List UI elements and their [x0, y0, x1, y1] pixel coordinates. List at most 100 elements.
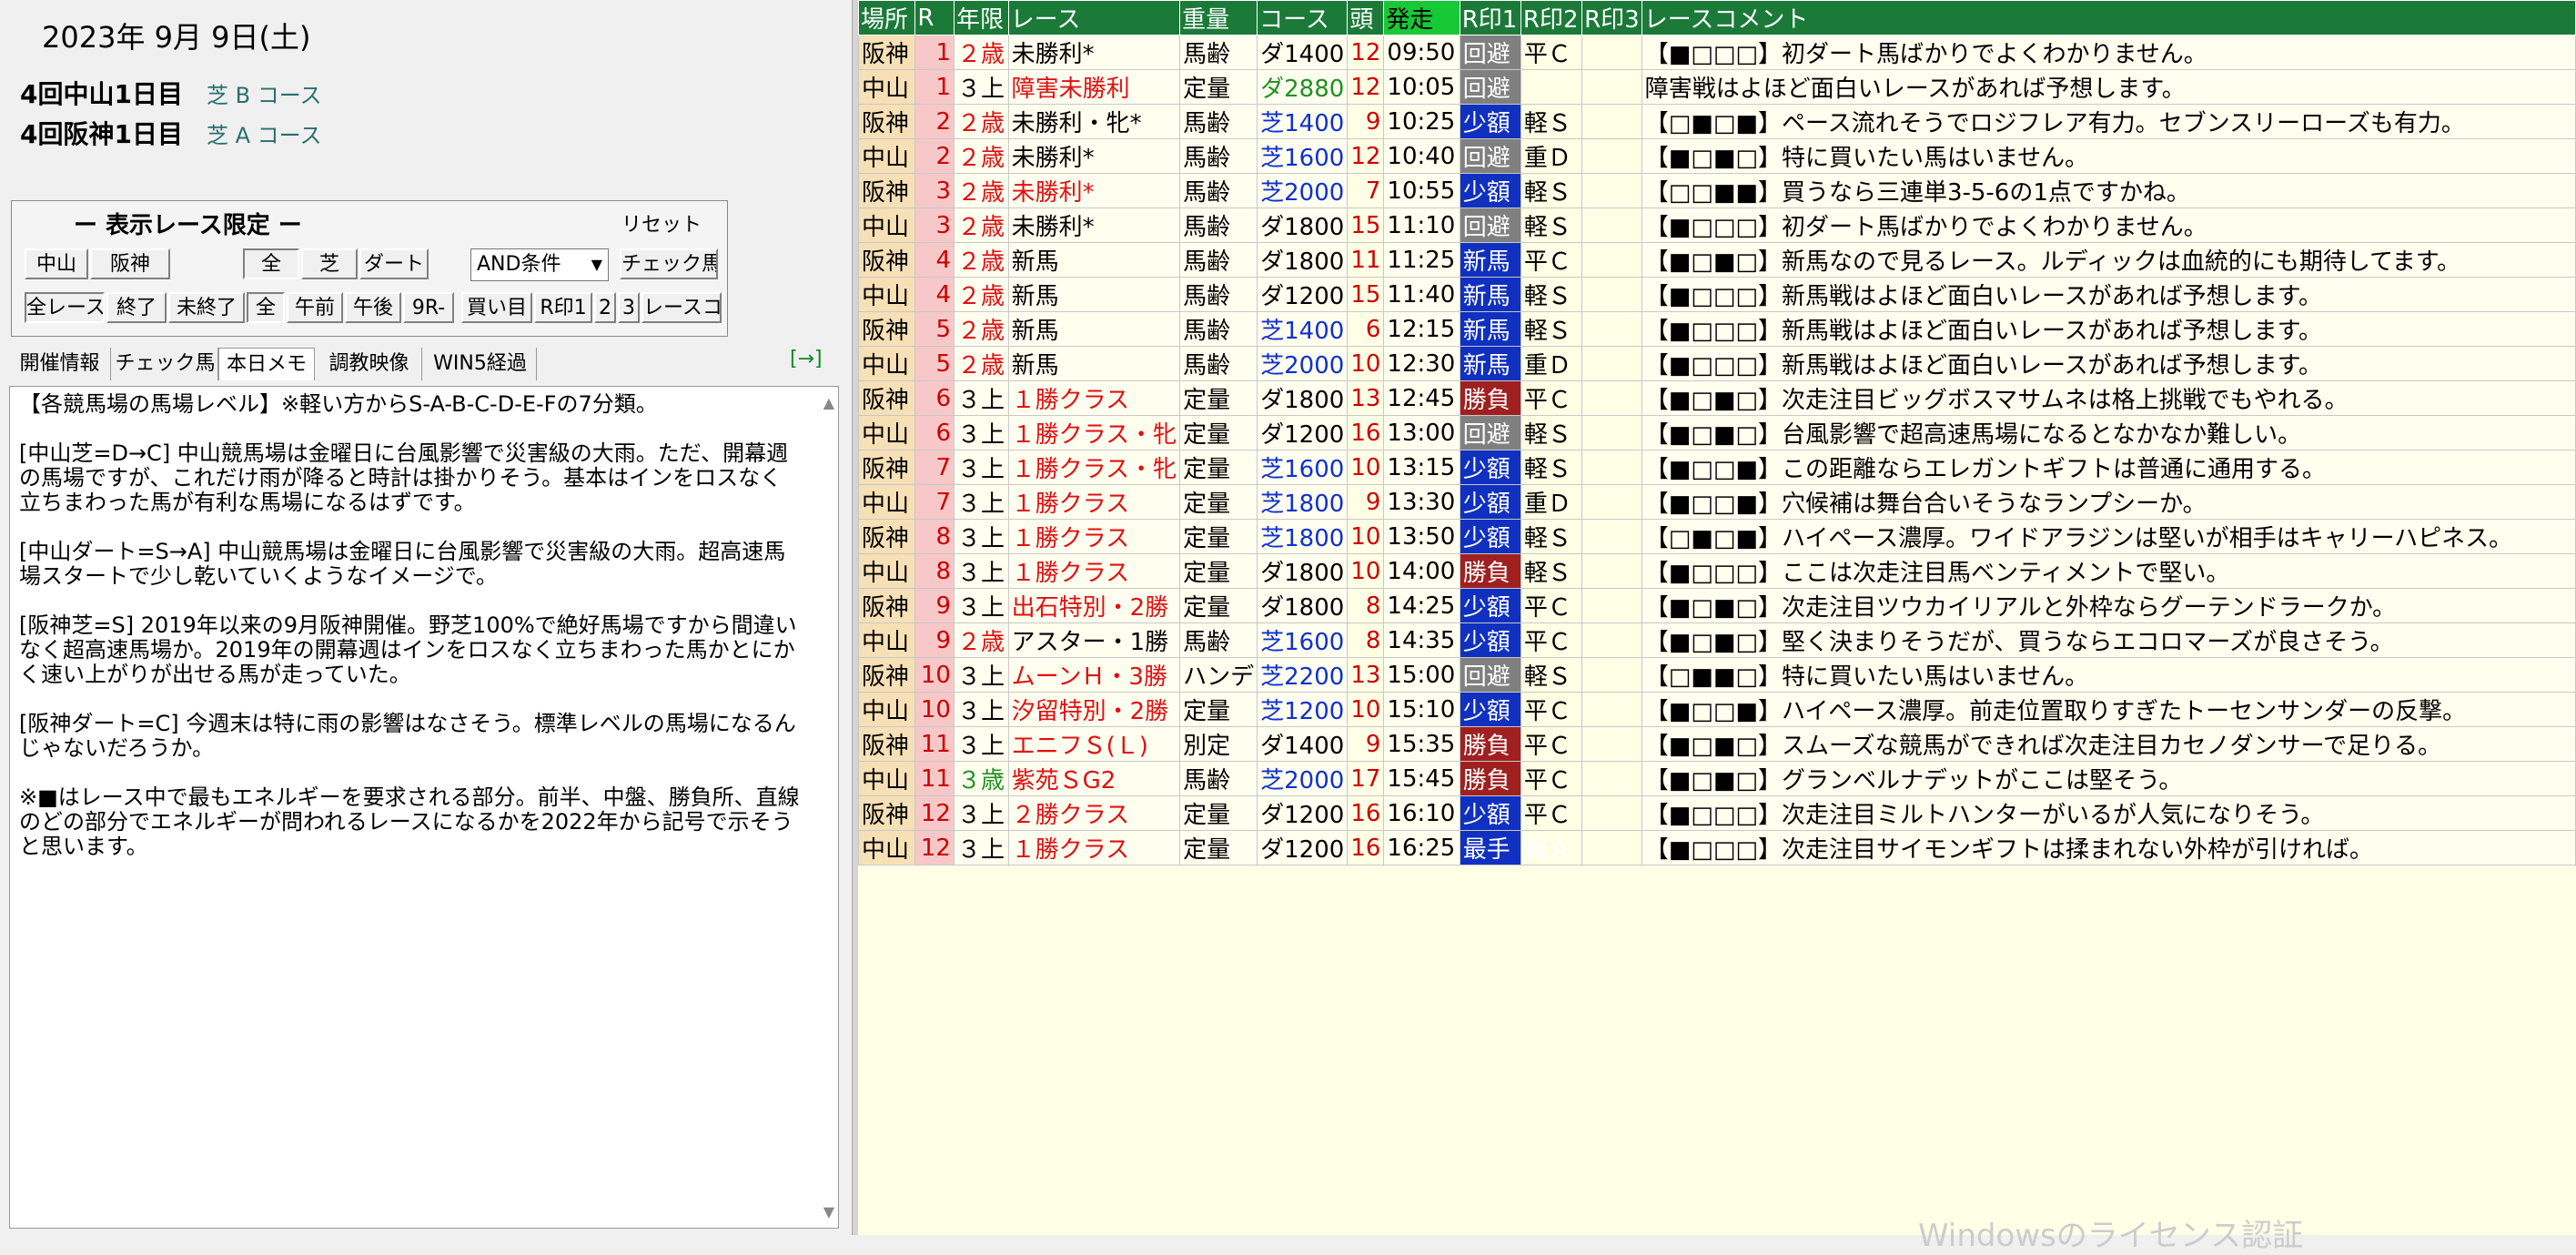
rmark1-cell[interactable]: 回避 [1459, 35, 1521, 70]
weight-cell[interactable]: 定量 [1179, 380, 1258, 416]
filter-dirt-button[interactable]: ダート [359, 248, 429, 279]
race-name-cell[interactable]: エニフＳ(Ｌ) [1007, 726, 1181, 762]
rmark2-cell[interactable]: 軽Ｓ [1520, 519, 1583, 554]
age-cell[interactable]: ２歳 [953, 622, 1009, 658]
venue-cell[interactable]: 阪神 [857, 173, 916, 208]
course-cell[interactable]: 芝2000 [1257, 761, 1349, 796]
race-number-cell[interactable]: 4 [914, 242, 955, 278]
weight-cell[interactable]: 定量 [1179, 795, 1258, 831]
race-name-cell[interactable]: 新馬 [1007, 242, 1181, 278]
venue-cell[interactable]: 中山 [857, 277, 916, 312]
weight-cell[interactable]: 馬齢 [1179, 173, 1258, 208]
venue-cell[interactable]: 阪神 [857, 726, 916, 762]
post-time-cell[interactable]: 10:05 [1383, 69, 1460, 105]
post-time-cell[interactable]: 12:15 [1383, 311, 1460, 347]
age-cell[interactable]: ２歳 [953, 173, 1009, 208]
rmark3-cell[interactable] [1581, 553, 1642, 589]
runners-cell[interactable]: 8 [1347, 622, 1385, 658]
runners-cell[interactable]: 10 [1347, 692, 1385, 727]
weight-cell[interactable]: 馬齢 [1179, 277, 1258, 312]
rmark1-cell[interactable]: 回避 [1459, 415, 1521, 450]
table-row[interactable]: 阪神 10 ３上 ムーンＨ・3勝 ハンデ 芝2200 13 15:00 回避 軽Ｓ 【□■■□】特に… [857, 657, 2576, 693]
rmark2-cell[interactable]: 軽Ｓ [1520, 657, 1583, 693]
post-time-cell[interactable]: 14:25 [1383, 588, 1460, 623]
course-cell[interactable]: ダ1800 [1257, 242, 1349, 278]
tab-win5[interactable]: WIN5経過 [424, 348, 537, 380]
table-row[interactable]: 阪神 4 ２歳 新馬 馬齢 ダ1800 11 11:25 新馬 平Ｃ 【■□■□】新馬なので見るレー… [857, 242, 2576, 278]
rmark1-cell[interactable]: 勝負 [1459, 761, 1521, 796]
runners-cell[interactable]: 13 [1347, 380, 1385, 416]
rmark1-cell[interactable]: 少額 [1459, 484, 1521, 520]
race-number-cell[interactable]: 6 [914, 380, 955, 416]
venue-cell[interactable]: 阪神 [857, 35, 916, 70]
table-row[interactable]: 中山 9 ２歳 アスター・1勝 馬齢 芝1600 8 14:35 少額 平Ｃ 【■□■□】堅く決まり… [857, 622, 2576, 658]
weight-cell[interactable]: 馬齢 [1179, 346, 1258, 381]
check-horse-button[interactable]: チェック馬 [620, 248, 718, 279]
venue-cell[interactable]: 阪神 [857, 450, 916, 485]
course-cell[interactable]: ダ1400 [1257, 35, 1349, 70]
venue-cell[interactable]: 中山 [857, 761, 916, 796]
rmark1-cell[interactable]: 新馬 [1459, 311, 1521, 347]
post-time-cell[interactable]: 11:40 [1383, 277, 1460, 312]
race-number-cell[interactable]: 2 [914, 138, 955, 174]
rmark1-cell[interactable]: 少額 [1459, 519, 1521, 554]
col-header-weight[interactable]: 重量 [1179, 0, 1258, 35]
venue-cell[interactable]: 中山 [857, 553, 916, 589]
age-cell[interactable]: ３上 [953, 657, 1009, 693]
age-cell[interactable]: ２歳 [953, 35, 1009, 70]
rmark3-cell[interactable] [1581, 277, 1642, 312]
filter-finished-button[interactable]: 終了 [106, 292, 167, 323]
race-number-cell[interactable]: 7 [914, 484, 955, 520]
rmark2-cell[interactable]: 軽Ｓ [1520, 553, 1583, 589]
rmark3-cell[interactable] [1581, 657, 1642, 693]
comment-cell[interactable]: 【■□□□】次走注目ミルトハンターがいるが人気になりそう。 [1641, 795, 2576, 831]
race-number-cell[interactable]: 11 [914, 761, 955, 796]
weight-cell[interactable]: 馬齢 [1179, 311, 1258, 347]
race-name-cell[interactable]: ムーンＨ・3勝 [1007, 657, 1181, 693]
race-name-cell[interactable]: 未勝利* [1007, 138, 1181, 174]
rmark1-cell[interactable]: 少額 [1459, 622, 1521, 658]
race-number-cell[interactable]: 10 [914, 692, 955, 727]
course-cell[interactable]: 芝1400 [1257, 311, 1349, 347]
venue-cell[interactable]: 阪神 [857, 104, 916, 139]
age-cell[interactable]: ３上 [953, 830, 1009, 865]
comment-cell[interactable]: 【■□■□】堅く決まりそうだが、買うならエコロマーズが良さそう。 [1641, 622, 2576, 658]
comment-cell[interactable]: 【■□■□】新馬なので見るレース。ルディックは血統的にも期待してます。 [1641, 242, 2576, 278]
race-number-cell[interactable]: 11 [914, 726, 955, 762]
race-name-cell[interactable]: １勝クラス [1007, 380, 1181, 416]
comment-cell[interactable]: 【■□□□】初ダート馬ばかりでよくわかりません。 [1641, 35, 2576, 70]
weight-cell[interactable]: 別定 [1179, 726, 1258, 762]
rmark2-cell[interactable]: 軽Ｓ [1520, 277, 1583, 312]
rmark1-cell[interactable]: 少額 [1459, 795, 1521, 831]
rmark2-cell[interactable]: 平Ｃ [1520, 726, 1583, 762]
weight-cell[interactable]: 馬齢 [1179, 104, 1258, 139]
post-time-cell[interactable]: 10:55 [1383, 173, 1460, 208]
race-name-cell[interactable]: 出石特別・2勝 [1007, 588, 1181, 623]
rmark3-cell[interactable] [1581, 35, 1642, 70]
age-cell[interactable]: ３上 [953, 519, 1009, 554]
comment-cell[interactable]: 【■□■□】次走注目ツウカイリアルと外枠ならグーテンドラークか。 [1641, 588, 2576, 623]
runners-cell[interactable]: 10 [1347, 519, 1385, 554]
comment-cell[interactable]: 【■□□■】この距離ならエレガントギフトは普通に通用する。 [1641, 450, 2576, 485]
post-time-cell[interactable]: 13:50 [1383, 519, 1460, 554]
table-row[interactable]: 中山 7 ３上 １勝クラス 定量 芝1800 9 13:30 少額 重Ｄ 【■□□■】穴候補は舞台合… [857, 484, 2576, 520]
weight-cell[interactable]: 馬齢 [1179, 622, 1258, 658]
comment-cell[interactable]: 障害戦はよほど面白いレースがあれば予想します。 [1641, 69, 2576, 105]
age-cell[interactable]: ２歳 [953, 207, 1009, 243]
rmark3-cell[interactable] [1581, 346, 1642, 381]
race-name-cell[interactable]: １勝クラス・牝 [1007, 415, 1181, 450]
race-name-cell[interactable]: ２勝クラス [1007, 795, 1181, 831]
race-name-cell[interactable]: 新馬 [1007, 346, 1181, 381]
race-number-cell[interactable]: 12 [914, 830, 955, 865]
weight-cell[interactable]: 定量 [1179, 692, 1258, 727]
post-time-cell[interactable]: 14:00 [1383, 553, 1460, 589]
table-row[interactable]: 中山 1 ３上 障害未勝利 定量 ダ2880 12 10:05 回避 障害戦はよほど面白いレースが… [857, 69, 2576, 105]
weight-cell[interactable]: 馬齢 [1179, 761, 1258, 796]
runners-cell[interactable]: 7 [1347, 173, 1385, 208]
runners-cell[interactable]: 15 [1347, 277, 1385, 312]
race-number-cell[interactable]: 3 [914, 173, 955, 208]
rmark2-cell[interactable]: 平Ｃ [1520, 588, 1583, 623]
venue-cell[interactable]: 中山 [857, 346, 916, 381]
rmark3-cell[interactable] [1581, 380, 1642, 416]
venue-cell[interactable]: 中山 [857, 692, 916, 727]
